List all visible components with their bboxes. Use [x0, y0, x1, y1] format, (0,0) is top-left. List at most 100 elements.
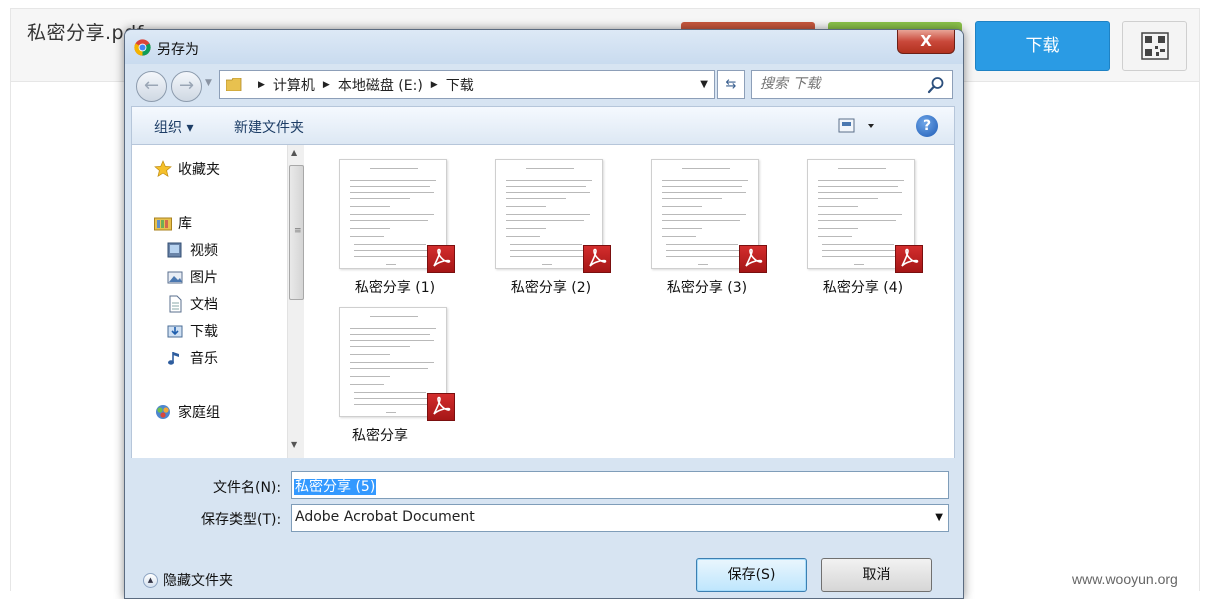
- thumbnail-text-line: [818, 186, 898, 187]
- filetype-value: Adobe Acrobat Document: [295, 509, 475, 525]
- breadcrumb-downloads[interactable]: 下载: [446, 75, 474, 95]
- acrobat-logo-icon: [589, 248, 607, 267]
- chevron-right-icon: ▶: [258, 79, 265, 90]
- cancel-button[interactable]: 取消: [821, 558, 932, 592]
- nav-label: 库: [178, 216, 192, 232]
- thumbnail-text-line: [510, 250, 590, 251]
- chrome-icon: [134, 39, 151, 56]
- view-options-icon[interactable]: [838, 116, 878, 136]
- pdf-icon: [583, 245, 611, 273]
- new-folder-button[interactable]: 新建文件夹: [234, 117, 304, 137]
- filetype-select[interactable]: Adobe Acrobat Document ▼: [291, 504, 949, 532]
- thumbnail-text-line: [818, 192, 902, 193]
- nav-item-libraries[interactable]: 库: [154, 213, 192, 233]
- thumbnail-text-line: [822, 256, 896, 257]
- thumbnail-text-line: [838, 168, 886, 169]
- thumbnail-text-line: [698, 264, 708, 265]
- thumbnail-text-line: [818, 220, 896, 221]
- thumbnail-text-line: [350, 214, 434, 215]
- thumbnail-text-line: [506, 228, 546, 229]
- thumbnail-text-line: [662, 220, 740, 221]
- library-icon: [154, 214, 172, 232]
- video-icon: [166, 241, 184, 259]
- nav-item-favorites[interactable]: 收藏夹: [154, 159, 220, 179]
- help-icon[interactable]: ?: [916, 115, 938, 137]
- nav-item-homegroup[interactable]: 家庭组: [154, 402, 220, 422]
- thumbnail-text-line: [350, 354, 390, 355]
- nav-scrollbar[interactable]: ▲ ≡ ▼: [287, 145, 304, 458]
- file-item[interactable]: 私密分享 (1): [305, 145, 455, 296]
- save-form: 文件名(N): 私密分享 (5) 保存类型(T): Adobe Acrobat …: [131, 458, 955, 598]
- thumbnail-text-line: [822, 250, 902, 251]
- scroll-up-icon[interactable]: ▲: [291, 148, 297, 157]
- thumbnail-text-line: [350, 328, 436, 329]
- thumbnail-text-line: [662, 214, 746, 215]
- thumbnail-text-line: [506, 214, 590, 215]
- breadcrumb-computer[interactable]: 计算机: [273, 75, 315, 95]
- thumbnail-text-line: [506, 192, 590, 193]
- thumbnail-text-line: [354, 392, 426, 393]
- nav-label: 文档: [190, 297, 218, 313]
- nav-item-documents[interactable]: 文档: [166, 294, 218, 314]
- thumbnail-text-line: [666, 250, 746, 251]
- nav-item-pictures[interactable]: 图片: [166, 267, 218, 287]
- thumbnail-text-line: [386, 412, 396, 413]
- chevron-down-icon: ▼: [935, 512, 943, 523]
- back-button[interactable]: ←: [136, 71, 167, 102]
- thumbnail-text-line: [506, 180, 592, 181]
- nav-label: 家庭组: [178, 405, 220, 421]
- hide-folders-toggle[interactable]: ▲ 隐藏文件夹: [143, 570, 233, 590]
- search-box[interactable]: [751, 70, 953, 99]
- thumbnail-text-line: [350, 192, 434, 193]
- file-item[interactable]: 私密分享 (4): [773, 145, 923, 296]
- save-as-dialog: 另存为 X ← → ▼ ▶ 计算机 ▶ 本地磁盘 (E:) ▶ 下载 ▼ ⇆ 组…: [124, 29, 964, 599]
- thumbnail-text-line: [350, 376, 390, 377]
- file-item[interactable]: 私密分享: [305, 293, 455, 444]
- qr-code-button[interactable]: [1122, 21, 1187, 71]
- homegroup-icon: [154, 403, 172, 421]
- scroll-thumb[interactable]: ≡: [289, 165, 304, 300]
- chevron-right-icon: ▶: [322, 79, 330, 90]
- close-button[interactable]: X: [897, 30, 955, 54]
- filename-input[interactable]: 私密分享 (5): [291, 471, 949, 499]
- thumbnail-text-line: [354, 244, 426, 245]
- recent-pages-dropdown[interactable]: ▼: [205, 78, 212, 88]
- refresh-button[interactable]: ⇆: [717, 70, 745, 99]
- refresh-icon: ⇆: [725, 77, 737, 92]
- thumbnail-text-line: [506, 220, 584, 221]
- thumbnail-text-line: [818, 228, 858, 229]
- thumbnail-text-line: [350, 220, 428, 221]
- organize-menu-button[interactable]: 组织 ▾: [154, 117, 193, 137]
- grip-icon: ≡: [294, 226, 302, 236]
- nav-item-music[interactable]: 音乐: [166, 348, 218, 368]
- thumbnail-text-line: [662, 228, 702, 229]
- save-button[interactable]: 保存(S): [696, 558, 807, 592]
- thumbnail-text-line: [662, 206, 702, 207]
- nav-item-videos[interactable]: 视频: [166, 240, 218, 260]
- address-bar[interactable]: ▶ 计算机 ▶ 本地磁盘 (E:) ▶ 下载 ▼: [219, 70, 715, 99]
- file-item[interactable]: 私密分享 (3): [617, 145, 767, 296]
- hide-folders-label: 隐藏文件夹: [163, 573, 233, 589]
- nav-item-downloads[interactable]: 下载: [166, 321, 218, 341]
- search-input[interactable]: [760, 76, 920, 92]
- thumbnail-text-line: [542, 264, 552, 265]
- watermark: www.wooyun.org: [1072, 571, 1178, 587]
- dialog-titlebar[interactable]: 另存为 X: [125, 30, 963, 64]
- thumbnail-text-line: [354, 256, 428, 257]
- breadcrumb-drive[interactable]: 本地磁盘 (E:): [338, 75, 423, 95]
- thumbnail-text-line: [854, 264, 864, 265]
- download-button[interactable]: 下载: [975, 21, 1110, 71]
- thumbnail-text-line: [370, 316, 418, 317]
- pdf-icon: [739, 245, 767, 273]
- acrobat-logo-icon: [901, 248, 919, 267]
- forward-button[interactable]: →: [171, 71, 202, 102]
- thumbnail-text-line: [350, 340, 434, 341]
- thumbnail-text-line: [662, 180, 748, 181]
- pdf-icon: [427, 393, 455, 421]
- chevron-down-icon[interactable]: ▼: [700, 79, 708, 90]
- search-icon[interactable]: [927, 76, 945, 94]
- download-folder-icon: [166, 322, 184, 340]
- file-item[interactable]: 私密分享 (2): [461, 145, 611, 296]
- thumbnail-text-line: [662, 192, 746, 193]
- thumbnail-text-line: [526, 168, 574, 169]
